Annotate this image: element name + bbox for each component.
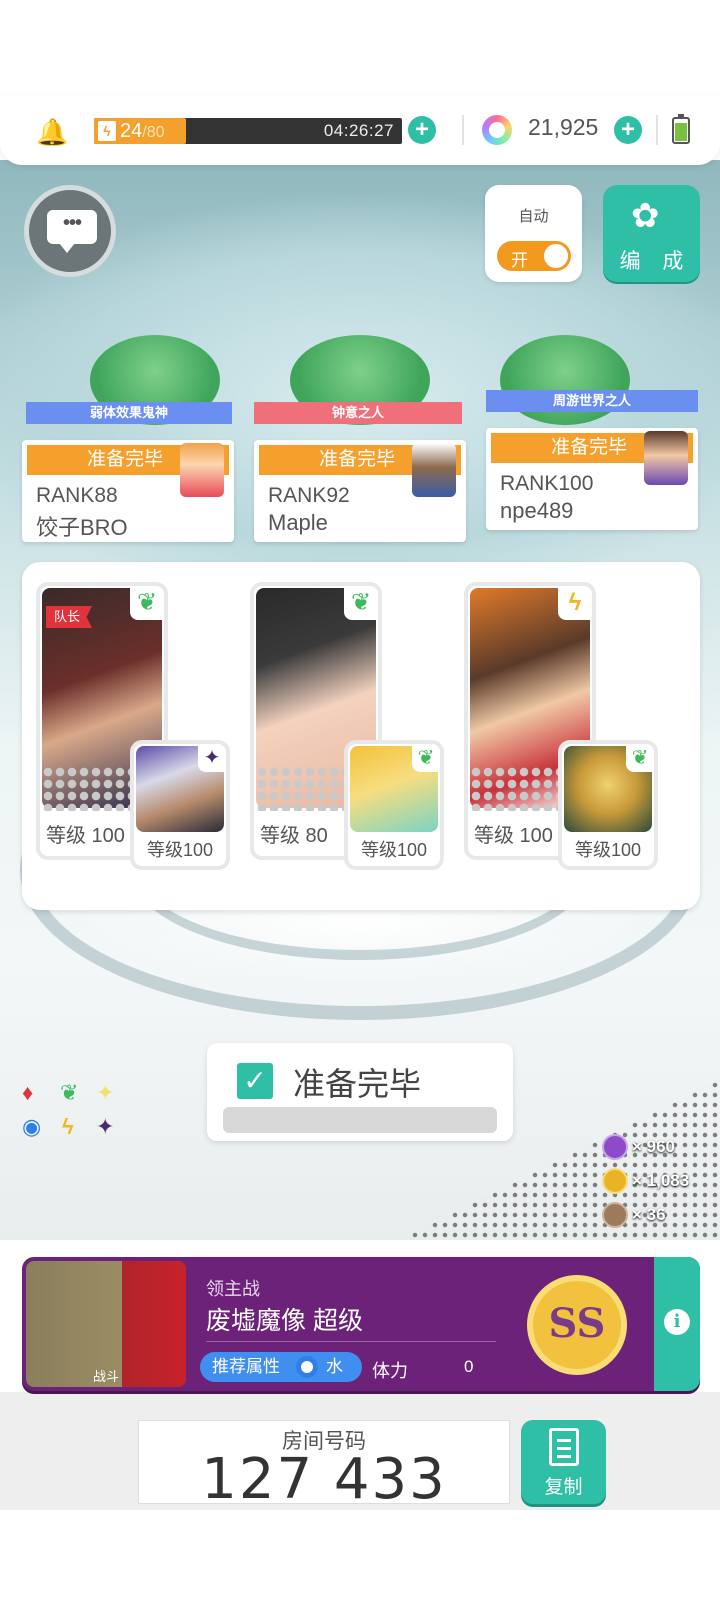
- gem-icon: [482, 115, 512, 145]
- recommended-element: 水: [326, 1357, 343, 1376]
- player-avatar: [644, 431, 688, 485]
- player-name: 饺子BRO: [36, 515, 128, 540]
- leaf-icon: ❦: [344, 586, 378, 620]
- fire-icon: ♦: [22, 1080, 34, 1105]
- sub-hero-card[interactable]: ❦ 等级100: [344, 740, 444, 870]
- player-title-banner: 弱体效果鬼神: [26, 402, 232, 424]
- add-stamina-button[interactable]: +: [408, 116, 436, 144]
- toggle-knob: [544, 244, 568, 268]
- leaf-icon: ❦: [60, 1080, 79, 1105]
- divider: [206, 1341, 496, 1342]
- ready-progress-bar: [223, 1107, 497, 1133]
- boss-info-bar[interactable]: 战斗 领主战 废墟魔像 超级 推荐属性 水 体力 0 SS i: [22, 1257, 700, 1391]
- info-icon: i: [664, 1309, 690, 1335]
- boss-type: 领主战: [206, 1279, 260, 1299]
- stamina-current: 24: [120, 120, 143, 142]
- bronze-coin-icon: [602, 1202, 628, 1228]
- auto-label: 自动: [518, 208, 549, 225]
- sub-hero-card[interactable]: ✦ 等级100: [130, 740, 230, 870]
- copy-button[interactable]: 复制: [521, 1420, 606, 1504]
- sub-hero-card[interactable]: ❦ 等级100: [558, 740, 658, 870]
- gold-coin-icon: [602, 1168, 628, 1194]
- stamina-timer: 04:26:27: [323, 121, 394, 140]
- leader-badge: 队长: [46, 606, 93, 628]
- boss-name: 废墟魔像 超级: [206, 1307, 363, 1335]
- auto-toggle-label: 开: [511, 251, 528, 270]
- player-rank: RANK88: [36, 484, 118, 507]
- bell-icon[interactable]: 🔔: [36, 117, 68, 148]
- player-rank: RANK92: [268, 484, 350, 507]
- player-avatar: [412, 443, 456, 497]
- fight-label: 战斗: [92, 1369, 119, 1384]
- sub-hero-level: 等级100: [146, 840, 214, 860]
- player-name: npe489: [500, 498, 574, 523]
- divider: [462, 115, 464, 145]
- auto-toggle[interactable]: 开: [497, 241, 571, 271]
- add-gems-button[interactable]: +: [614, 116, 642, 144]
- player-rank: RANK100: [500, 472, 594, 495]
- reward-amount: × 36: [632, 1205, 666, 1224]
- leaf-icon: ❦: [626, 744, 654, 772]
- room-number: 127 433: [201, 1447, 447, 1512]
- purple-coin-icon: [602, 1134, 628, 1160]
- player-card[interactable]: 准备完毕 RANK88 饺子BRO: [22, 440, 234, 542]
- lightning-icon: ϟ: [98, 121, 116, 141]
- player-title-banner: 周游世界之人: [486, 390, 698, 412]
- light-star-icon: ✦: [96, 1080, 115, 1105]
- water-icon: [296, 1356, 318, 1378]
- gem-count: 21,925: [528, 114, 599, 140]
- stamina-cost: 0: [464, 1357, 474, 1376]
- player-name: Maple: [268, 510, 328, 535]
- lightning-icon: ϟ: [558, 586, 592, 620]
- recommended-label: 推荐属性: [212, 1357, 280, 1376]
- player-title-banner: 钟意之人: [254, 402, 462, 424]
- ready-label: 准备完毕: [293, 1066, 422, 1102]
- formation-label: 编 成: [619, 250, 692, 273]
- reward-amount: × 960: [632, 1137, 676, 1156]
- info-button[interactable]: i: [654, 1257, 700, 1391]
- system-nav-area: [0, 1522, 720, 1600]
- dark-star-icon: ✦: [96, 1114, 115, 1139]
- chat-icon: •••: [47, 210, 97, 253]
- element-affinity-chart[interactable]: ♦ ❦ ✦ ◉ ϟ ✦: [22, 1080, 132, 1144]
- chat-button[interactable]: •••: [24, 185, 116, 277]
- player-card[interactable]: 准备完毕 RANK100 npe489: [486, 428, 698, 530]
- water-icon: ◉: [22, 1114, 42, 1139]
- formation-button[interactable]: ✿ 编 成: [603, 185, 700, 282]
- player-avatar: [180, 443, 224, 497]
- leaf-icon: ❦: [130, 586, 164, 620]
- clipboard-icon: [549, 1428, 579, 1466]
- boss-portrait: 战斗: [26, 1261, 186, 1387]
- team-panel: 队长 ❦ 等级 100 ✦ 等级100 ❦ 等级 80 ❦ 等级100 ϟ 等级…: [22, 562, 700, 910]
- stamina-max: /80: [142, 124, 165, 141]
- team-icon: ✿: [631, 197, 660, 235]
- copy-label: 复制: [544, 1477, 583, 1498]
- sub-hero-level: 等级100: [574, 840, 642, 860]
- checkbox-icon: ✓: [237, 1063, 273, 1099]
- room-code-box: 房间号码 127 433: [138, 1420, 510, 1512]
- resource-bar: 🔔 ϟ 24/80 04:26:27 + 21,925 +: [0, 95, 720, 165]
- battery-icon: [672, 114, 690, 144]
- ready-button[interactable]: ✓ 准备完毕: [207, 1043, 513, 1141]
- auto-panel: 自动 开: [485, 185, 582, 282]
- reward-amount: × 1,083: [632, 1171, 690, 1190]
- recommended-element-badge: 推荐属性 水: [200, 1352, 362, 1382]
- stamina-label: 体力: [372, 1361, 408, 1381]
- grade-badge: SS: [527, 1275, 627, 1375]
- dark-star-icon: ✦: [198, 744, 226, 772]
- leaf-icon: ❦: [412, 744, 440, 772]
- stamina-bar: ϟ 24/80 04:26:27: [94, 118, 402, 144]
- divider: [656, 115, 658, 145]
- sub-hero-level: 等级100: [360, 840, 428, 860]
- player-card[interactable]: 准备完毕 RANK92 Maple: [254, 440, 466, 542]
- lightning-icon: ϟ: [62, 1114, 74, 1139]
